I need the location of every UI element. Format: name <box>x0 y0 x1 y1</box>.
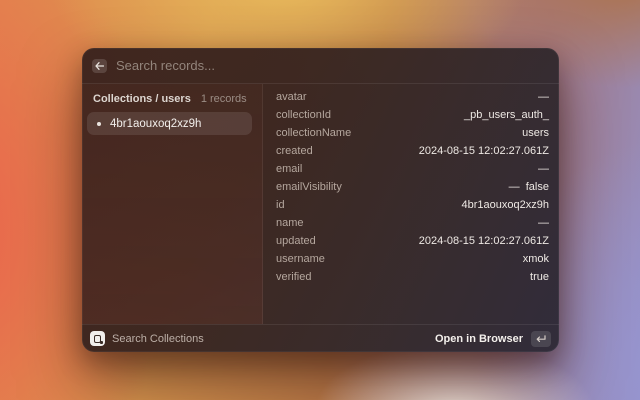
command-source-label: Search Collections <box>112 333 204 345</box>
arrow-left-icon <box>95 62 104 70</box>
detail-label: username <box>276 253 325 265</box>
detail-value: users <box>522 127 549 139</box>
command-palette-window: Collections / users 1 records 4br1aouxoq… <box>82 48 559 352</box>
detail-label: avatar <box>276 91 307 103</box>
detail-row: created 2024-08-15 12:02:27.061Z <box>276 142 549 160</box>
detail-label: collectionId <box>276 109 331 121</box>
detail-label: name <box>276 217 304 229</box>
detail-row: username xmok <box>276 250 549 268</box>
record-id-label: 4br1aouxoq2xz9h <box>110 118 201 130</box>
detail-value: 4br1aouxoq2xz9h <box>462 199 549 211</box>
detail-value: 2024-08-15 12:02:27.061Z <box>419 145 549 157</box>
bullet-icon <box>97 122 101 126</box>
breadcrumb-path: Collections / users <box>93 93 191 105</box>
breadcrumb: Collections / users 1 records <box>82 84 262 105</box>
detail-label: created <box>276 145 313 157</box>
action-bar: Search Collections Open in Browser <box>82 324 559 352</box>
detail-row: email — <box>276 160 549 178</box>
records-sidebar: Collections / users 1 records 4br1aouxoq… <box>82 84 263 324</box>
detail-row: collectionName users <box>276 124 549 142</box>
detail-row: collectionId _pb_users_auth_ <box>276 106 549 124</box>
detail-value: true <box>530 271 549 283</box>
detail-row: name — <box>276 214 549 232</box>
enter-key-badge <box>531 331 551 347</box>
record-details-panel: avatar — collectionId _pb_users_auth_ co… <box>263 84 559 324</box>
detail-label: emailVisibility <box>276 181 342 193</box>
search-input[interactable] <box>116 58 549 73</box>
primary-action-label: Open in Browser <box>435 333 523 345</box>
detail-value: — <box>538 91 549 103</box>
primary-action-button[interactable]: Open in Browser <box>435 331 551 347</box>
detail-label: id <box>276 199 285 211</box>
detail-value: 2024-08-15 12:02:27.061Z <box>419 235 549 247</box>
detail-label: updated <box>276 235 316 247</box>
detail-row: avatar — <box>276 88 549 106</box>
detail-row: updated 2024-08-15 12:02:27.061Z <box>276 232 549 250</box>
content-area: Collections / users 1 records 4br1aouxoq… <box>82 84 559 324</box>
detail-label: email <box>276 163 302 175</box>
detail-value: — <box>538 217 549 229</box>
detail-row: id 4br1aouxoq2xz9h <box>276 196 549 214</box>
back-button[interactable] <box>92 59 107 73</box>
search-bar <box>82 48 559 84</box>
detail-label: collectionName <box>276 127 351 139</box>
detail-row: emailVisibility — false <box>276 178 549 196</box>
enter-key-icon <box>536 335 546 343</box>
record-list-item-selected[interactable]: 4br1aouxoq2xz9h <box>87 112 252 135</box>
detail-value: xmok <box>523 253 549 265</box>
command-source: Search Collections <box>90 331 204 346</box>
detail-value: — false <box>509 181 549 193</box>
pocketbase-icon <box>90 331 105 346</box>
detail-value: — <box>538 163 549 175</box>
detail-value: _pb_users_auth_ <box>464 109 549 121</box>
records-count: 1 records <box>201 93 247 105</box>
detail-row: verified true <box>276 268 549 286</box>
detail-label: verified <box>276 271 311 283</box>
